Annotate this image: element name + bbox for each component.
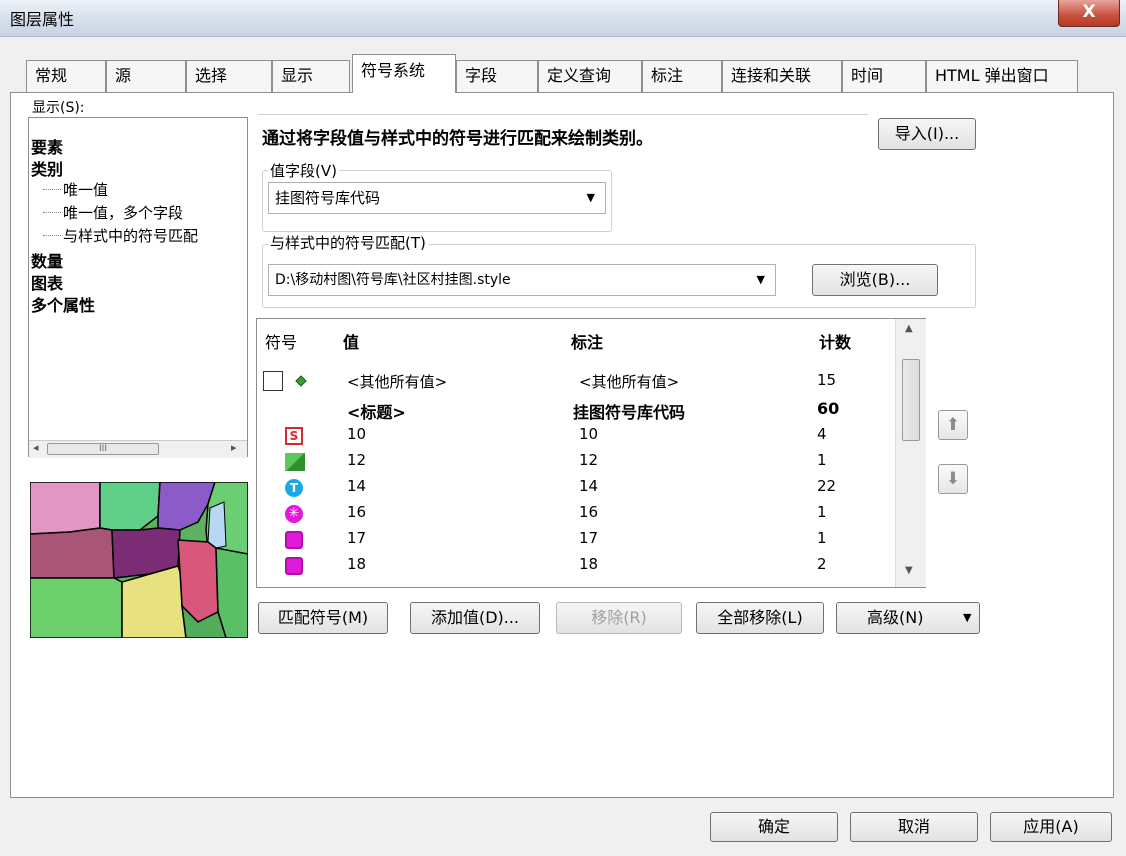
tree-item-categories[interactable]: 类别	[31, 156, 63, 180]
table-row-count: 4	[817, 425, 827, 443]
tree-item-unique-values[interactable]: 唯一值	[63, 179, 108, 200]
table-row-count: 1	[817, 529, 827, 547]
tab-general[interactable]: 常规	[26, 60, 106, 92]
table-row-label: 17	[579, 529, 599, 547]
cyan-circle-symbol-icon: T	[285, 479, 303, 497]
tree-hscrollbar[interactable]: ◂ III ▸	[29, 440, 247, 458]
table-row-value: 16	[347, 503, 367, 521]
ok-button[interactable]: 确定	[710, 812, 838, 842]
tree-item-match-to-style[interactable]: 与样式中的符号匹配	[63, 225, 198, 246]
window-title: 图层属性	[10, 10, 75, 29]
tab-source[interactable]: 源	[106, 60, 186, 92]
tree-item-unique-values-many-fields[interactable]: 唯一值，多个字段	[63, 202, 183, 223]
checkbox-other-values[interactable]	[263, 371, 283, 391]
remove-button[interactable]: 移除(R)	[556, 602, 682, 634]
preview-map-image	[30, 482, 248, 638]
table-row-label: <其他所有值>	[579, 373, 680, 391]
table-row-label: 18	[579, 555, 599, 573]
tab-definition-query[interactable]: 定义查询	[538, 60, 642, 92]
tab-joins-relates[interactable]: 连接和关联	[722, 60, 842, 92]
table-row-value: <标题>	[347, 403, 406, 422]
table-row-label: 16	[579, 503, 599, 521]
match-symbols-button[interactable]: 匹配符号(M)	[258, 602, 388, 634]
tree-item-multiple-attributes[interactable]: 多个属性	[31, 292, 95, 316]
tree-hscroll-thumb[interactable]: III	[47, 443, 159, 455]
scroll-up-icon[interactable]: ▲	[905, 323, 913, 334]
scroll-left-icon[interactable]: ◂	[33, 441, 39, 454]
col-header-count[interactable]: 计数	[819, 329, 851, 353]
tab-fields[interactable]: 字段	[456, 60, 538, 92]
magenta-building-symbol-icon	[285, 557, 303, 575]
table-row-value: 17	[347, 529, 367, 547]
tree-connector	[43, 235, 61, 236]
tree-connector	[43, 189, 61, 190]
value-field-selected: 挂图符号库代码	[275, 189, 381, 207]
scroll-right-icon[interactable]: ▸	[231, 441, 237, 454]
show-label: 显示(S):	[32, 100, 85, 116]
col-header-symbol[interactable]: 符号	[265, 329, 297, 353]
table-row-value: 10	[347, 425, 367, 443]
tree-connector	[43, 212, 61, 213]
table-row-count: 1	[817, 451, 827, 469]
table-row-label: 挂图符号库代码	[573, 403, 686, 422]
col-header-label[interactable]: 标注	[571, 329, 603, 353]
col-header-value[interactable]: 值	[343, 329, 359, 353]
title-bar	[0, 0, 1126, 37]
symbol-grid[interactable]: 符号 值 标注 计数 <其他所有值> <其他所有值> 15 <标题> 挂图符号库…	[256, 318, 926, 588]
style-file-select[interactable]: D:\移动村图\符号库\社区村挂图.style ▼	[268, 264, 776, 296]
table-row-label: 10	[579, 425, 599, 443]
table-row-count: 1	[817, 503, 827, 521]
move-up-arrow-icon[interactable]: ⬆	[938, 410, 968, 440]
description-text: 通过将字段值与样式中的符号进行匹配来绘制类别。	[262, 129, 653, 149]
table-row-value: 14	[347, 477, 367, 495]
value-field-label: 值字段(V)	[268, 160, 339, 181]
magenta-star-symbol-icon: ✳	[285, 505, 303, 523]
diamond-symbol-icon	[295, 375, 307, 387]
table-row-count: 22	[817, 477, 837, 495]
table-row-label: 14	[579, 477, 599, 495]
table-row-label: 12	[579, 451, 599, 469]
add-values-button[interactable]: 添加值(D)...	[410, 602, 540, 634]
tree-item-charts[interactable]: 图表	[31, 270, 63, 294]
remove-all-button[interactable]: 全部移除(L)	[696, 602, 824, 634]
import-button[interactable]: 导入(I)...	[878, 118, 976, 150]
table-row-value: 12	[347, 451, 367, 469]
tab-html-popup[interactable]: HTML 弹出窗口	[926, 60, 1078, 92]
advanced-button[interactable]: 高级(N) ▼	[836, 602, 980, 634]
green-field-symbol-icon	[285, 453, 305, 471]
style-match-label: 与样式中的符号匹配(T)	[268, 232, 428, 253]
chevron-down-icon[interactable]: ▼	[757, 265, 765, 295]
grid-vscrollbar[interactable]: ▲ ▼	[895, 319, 926, 587]
tab-labels[interactable]: 标注	[642, 60, 722, 92]
move-down-arrow-icon[interactable]: ⬇	[938, 464, 968, 494]
tab-symbology[interactable]: 符号系统	[352, 54, 456, 93]
value-field-select[interactable]: 挂图符号库代码 ▼	[268, 182, 606, 214]
table-row-value: 18	[347, 555, 367, 573]
chevron-down-icon[interactable]: ▼	[963, 603, 971, 633]
grid-vscroll-thumb[interactable]	[902, 359, 920, 441]
tree-item-quantities[interactable]: 数量	[31, 248, 63, 272]
show-tree[interactable]: 要素 类别 唯一值 唯一值，多个字段 与样式中的符号匹配 数量 图表 多个属性	[28, 117, 248, 457]
table-row-count: 15	[817, 371, 837, 389]
apply-button[interactable]: 应用(A)	[990, 812, 1112, 842]
advanced-button-label: 高级(N)	[867, 608, 924, 627]
tab-time[interactable]: 时间	[842, 60, 926, 92]
cancel-button[interactable]: 取消	[850, 812, 978, 842]
scroll-down-icon[interactable]: ▼	[905, 565, 913, 576]
browse-button[interactable]: 浏览(B)...	[812, 264, 938, 296]
close-button[interactable]: X	[1058, 0, 1120, 27]
tab-selection[interactable]: 选择	[186, 60, 272, 92]
tree-item-features[interactable]: 要素	[31, 134, 63, 158]
table-row-value: <其他所有值>	[347, 373, 448, 391]
magenta-building-symbol-icon	[285, 531, 303, 549]
red-s-symbol-icon: S	[285, 427, 303, 445]
tab-display[interactable]: 显示	[272, 60, 350, 92]
table-row-count: 2	[817, 555, 827, 573]
chevron-down-icon[interactable]: ▼	[587, 183, 595, 213]
table-row-count: 60	[817, 399, 840, 418]
style-file-path: D:\移动村图\符号库\社区村挂图.style	[275, 272, 511, 288]
